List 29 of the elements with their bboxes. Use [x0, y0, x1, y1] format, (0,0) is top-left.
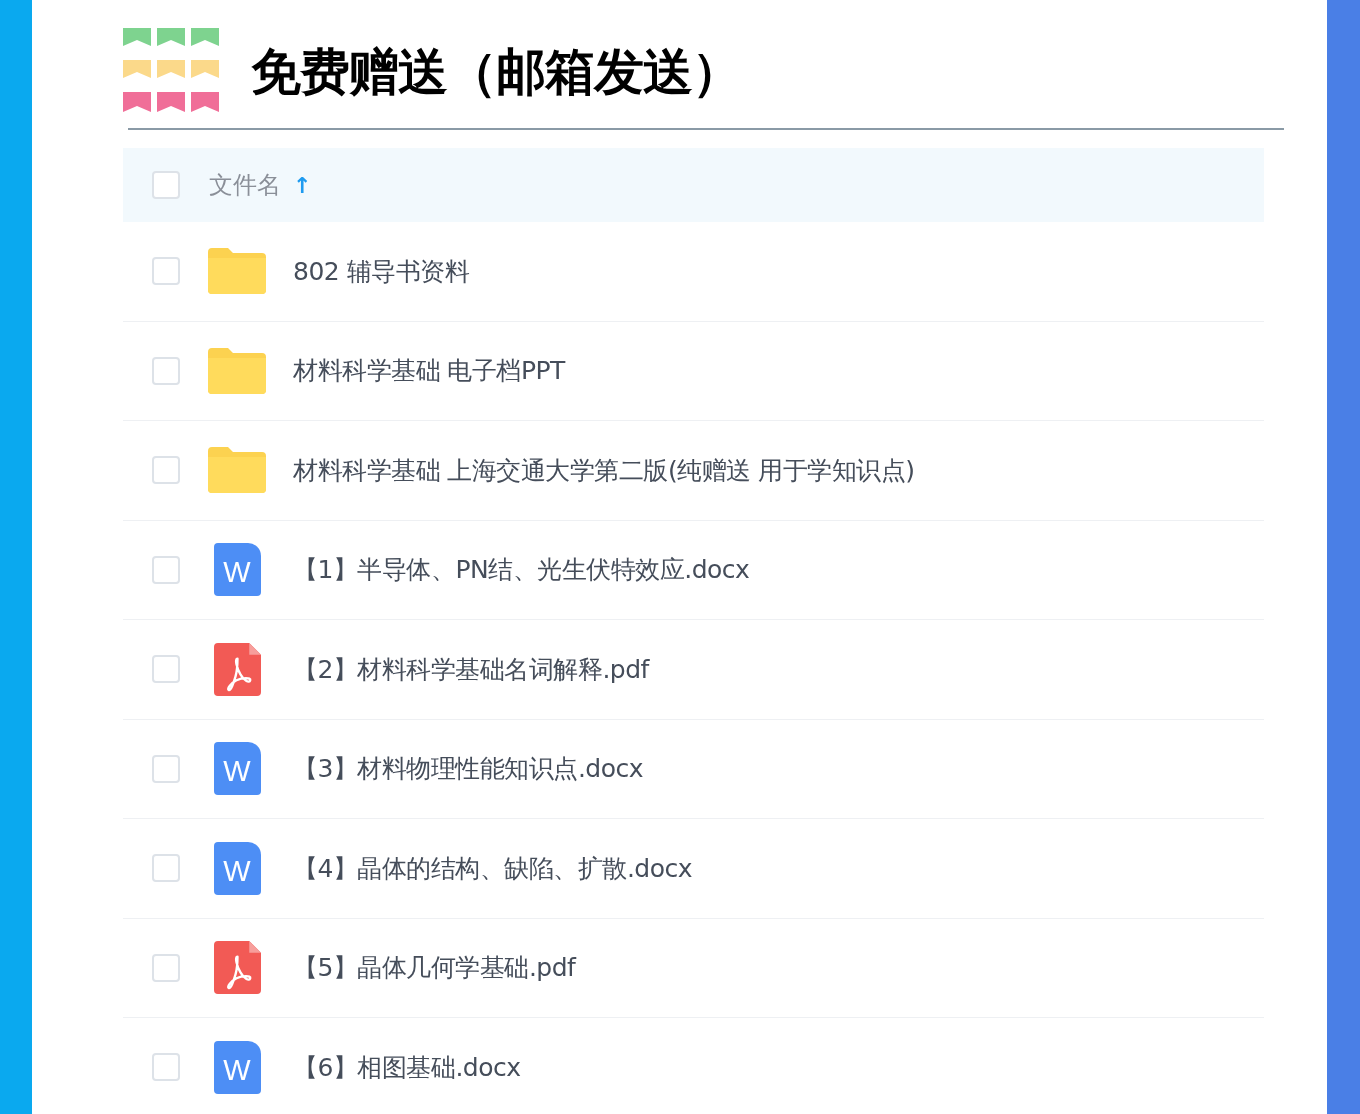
word-file-icon: W	[213, 543, 261, 597]
checkbox[interactable]	[152, 356, 180, 385]
file-name[interactable]: 【4】晶体的结构、缺陷、扩散.docx	[293, 851, 693, 885]
checkbox[interactable]	[152, 953, 180, 982]
checkbox[interactable]	[152, 1053, 180, 1082]
file-name[interactable]: 【5】晶体几何学基础.pdf	[293, 951, 576, 985]
checkbox[interactable]	[152, 257, 180, 286]
checkbox[interactable]	[152, 171, 180, 199]
checkbox[interactable]	[152, 555, 180, 584]
folder-icon	[208, 347, 266, 394]
word-file-icon: W	[213, 841, 261, 895]
folder-icon	[208, 447, 266, 494]
file-name[interactable]: 【6】相图基础.docx	[293, 1050, 521, 1084]
file-name[interactable]: 【1】半导体、PN结、光生伏特效应.docx	[293, 553, 750, 587]
file-name[interactable]: 【2】材料科学基础名词解释.pdf	[293, 652, 649, 686]
pdf-file-icon	[213, 642, 261, 696]
pdf-file-icon	[213, 941, 261, 995]
checkbox[interactable]	[152, 655, 180, 684]
file-name[interactable]: 材料科学基础 上海交通大学第二版(纯赠送 用于学知识点)	[293, 453, 915, 487]
folder-icon	[208, 248, 266, 295]
word-file-icon: W	[213, 742, 261, 796]
file-name[interactable]: 802 辅导书资料	[293, 254, 470, 288]
word-file-icon: W	[213, 1040, 261, 1094]
checkbox[interactable]	[152, 754, 180, 783]
file-name[interactable]: 【3】材料物理性能知识点.docx	[293, 752, 644, 786]
checkbox[interactable]	[152, 456, 180, 485]
file-name[interactable]: 材料科学基础 电子档PPT	[293, 354, 565, 388]
page-title: 免费赠送（邮箱发送）	[251, 41, 741, 103]
checkbox[interactable]	[152, 854, 180, 883]
